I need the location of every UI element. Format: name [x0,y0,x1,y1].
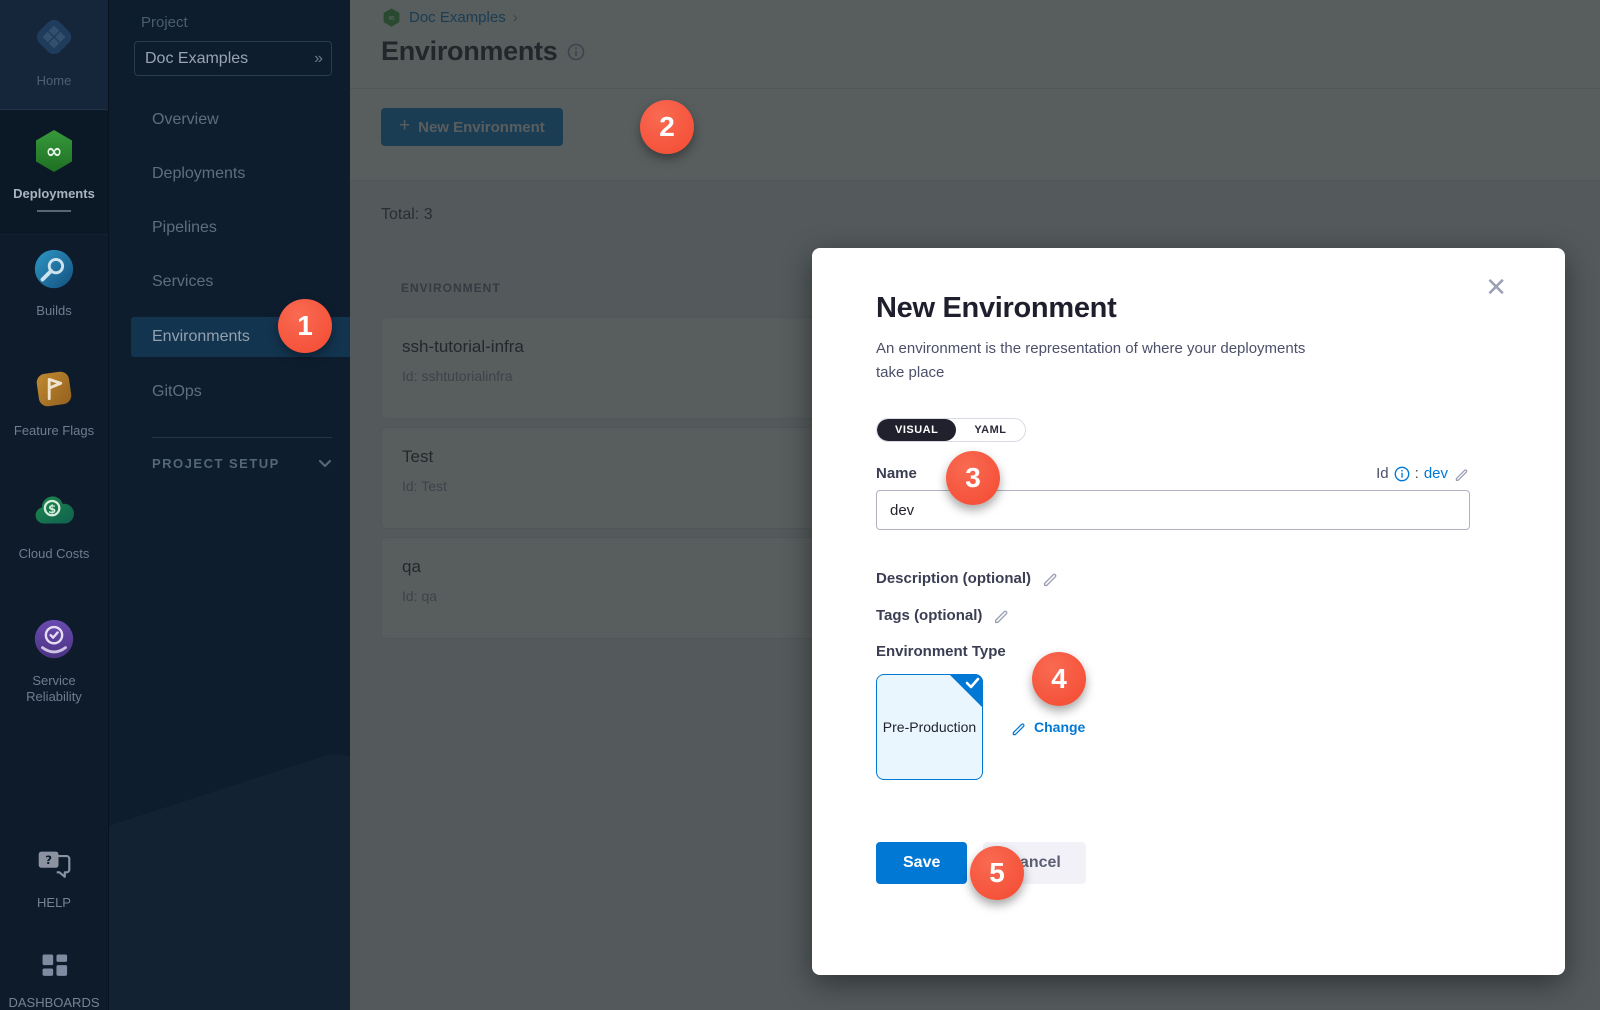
sidebar-divider [152,437,332,438]
help-icon: ? [34,848,74,889]
id-separator: : [1415,465,1419,482]
modal-title: New Environment [876,292,1470,325]
environment-type-row: Environment Type [876,643,1470,660]
description-label: Description (optional) [876,570,1031,587]
edit-description-pencil-icon [1041,569,1059,587]
rail-item-service-reliability[interactable]: ServiceReliability [0,616,108,705]
edit-id-pencil-icon[interactable] [1453,465,1470,482]
annotation-step-5: 5 [970,846,1024,900]
rail-item-builds[interactable]: Builds [0,246,108,319]
active-module-underline [37,210,71,212]
project-sidebar: Project Doc Examples » Overview Deployme… [108,0,350,1010]
sidebar-item-pipelines[interactable]: Pipelines [109,208,350,248]
dashboards-icon [36,948,72,989]
rail-item-help[interactable]: ? HELP [0,848,108,911]
feature-flags-icon [31,366,77,417]
id-info-icon[interactable] [1394,466,1410,482]
rail-label-feature-flags: Feature Flags [0,423,108,439]
sidebar-item-gitops[interactable]: GitOps [109,372,350,412]
sidebar-item-overview[interactable]: Overview [109,100,350,140]
harness-logo-icon [29,12,79,67]
id-row: Id : dev [1376,465,1470,482]
svg-text:∞: ∞ [46,139,63,163]
service-reliability-icon [31,616,77,667]
change-environment-type-link[interactable]: Change [1010,719,1085,736]
project-name: Doc Examples [145,50,314,68]
sidebar-item-deployments[interactable]: Deployments [109,154,350,194]
deployments-hexagon-icon: ∞ [30,127,78,180]
rail-label-home: Home [0,73,108,89]
tab-yaml[interactable]: YAML [956,419,1024,441]
rail-item-feature-flags[interactable]: Feature Flags [0,366,108,439]
tags-toggle[interactable]: Tags (optional) [876,606,1470,624]
rail-item-deployments[interactable]: ∞ Deployments [0,111,108,235]
module-rail: Home ∞ Deployments Builds Feature Flags … [0,0,108,1010]
app-root: Home ∞ Deployments Builds Feature Flags … [0,0,1600,1010]
rail-label-builds: Builds [0,303,108,319]
annotation-step-3: 3 [946,451,1000,505]
project-setup-toggle[interactable]: PROJECT SETUP [152,453,332,475]
new-environment-modal: ✕ New Environment An environment is the … [812,248,1565,975]
cloud-costs-icon: $ [31,489,77,540]
environment-type-card-pre-production[interactable]: Pre-Production [876,674,983,780]
sidebar-decoration [108,744,350,1010]
rail-label-help: HELP [0,895,108,911]
change-pencil-icon [1010,719,1027,736]
annotation-step-1: 1 [278,299,332,353]
rail-label-service-reliability: ServiceReliability [0,673,108,705]
rail-label-cloud-costs: Cloud Costs [0,546,108,562]
annotation-step-4: 4 [1032,652,1086,706]
modal-subtitle: An environment is the representation of … [876,337,1306,385]
rail-label-deployments: Deployments [0,186,108,202]
selected-check-corner [949,674,983,708]
chevron-down-icon [318,459,332,469]
edit-tags-pencil-icon [992,606,1010,624]
rail-item-dashboards[interactable]: DASHBOARDS [0,948,108,1010]
rail-item-cloud-costs[interactable]: $ Cloud Costs [0,489,108,562]
tab-visual[interactable]: VISUAL [877,419,956,441]
project-section-label: Project [141,14,188,31]
environment-type-card-label: Pre-Production [883,718,976,737]
visual-yaml-toggle: VISUAL YAML [876,418,1026,442]
environment-type-label: Environment Type [876,643,1006,660]
annotation-step-2: 2 [640,100,694,154]
close-icon[interactable]: ✕ [1485,274,1507,300]
save-button[interactable]: Save [876,842,967,884]
sidebar-item-services[interactable]: Services [109,262,350,302]
rail-label-dashboards: DASHBOARDS [0,995,108,1010]
double-chevron-icon: » [314,50,321,68]
id-value: dev [1424,465,1448,482]
project-selector[interactable]: Doc Examples » [134,41,332,76]
name-label: Name [876,465,917,482]
tags-label: Tags (optional) [876,607,982,624]
description-toggle[interactable]: Description (optional) [876,569,1470,587]
id-label: Id [1376,465,1389,482]
svg-text:$: $ [48,502,56,516]
svg-text:?: ? [45,853,52,867]
rail-item-home[interactable]: Home [0,0,108,110]
builds-icon [31,246,77,297]
